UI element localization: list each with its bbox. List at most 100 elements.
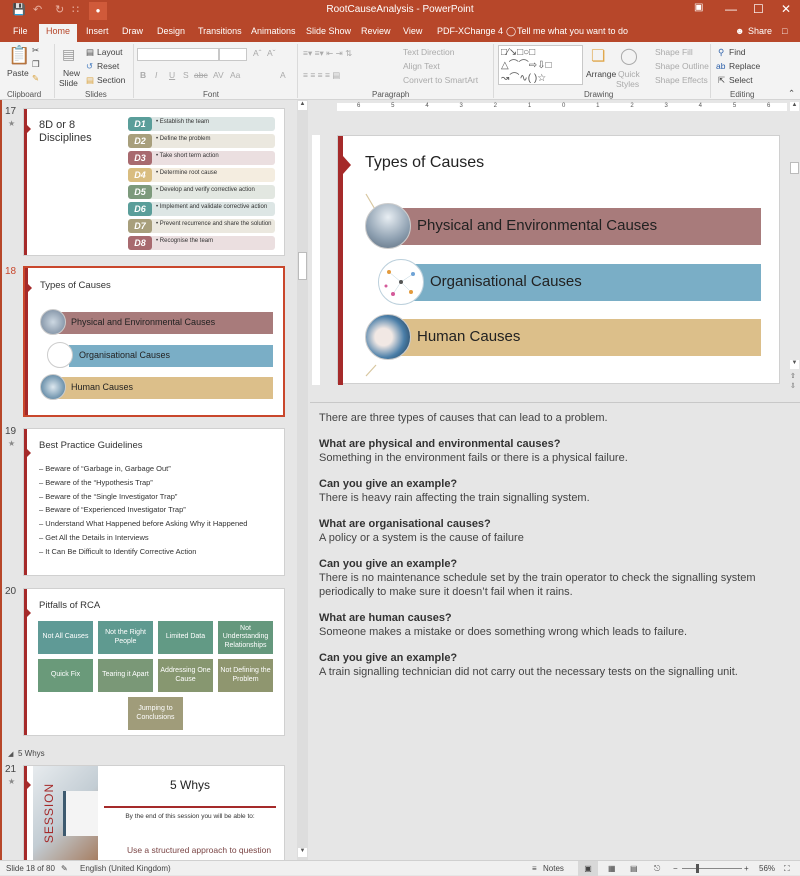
collapse-ribbon-icon[interactable]: ⌃	[788, 88, 795, 99]
italic-button[interactable]: I	[155, 70, 157, 80]
slide-sorter-icon[interactable]: ▦	[608, 864, 616, 873]
zoom-level[interactable]: 56%	[759, 864, 775, 873]
shapes-gallery[interactable]: □∕↘□○□ △⌒⌒⇨⇩□ ↝⌒∿( )☆	[498, 45, 583, 85]
reading-view-icon[interactable]: ▤	[630, 864, 638, 873]
tab-file[interactable]: File	[13, 26, 28, 36]
shape-fill-button[interactable]: Shape Fill	[655, 47, 693, 57]
slide-title[interactable]: Types of Causes	[365, 154, 484, 172]
fit-slide-icon[interactable]: ⛶	[784, 864, 790, 874]
ribbon-display-icon[interactable]: ▣	[694, 2, 703, 13]
zoom-slider-thumb[interactable]	[696, 864, 700, 873]
pitfall-tile: Not All Causes	[38, 621, 93, 654]
find-button[interactable]: Find	[729, 47, 746, 57]
tell-me-search[interactable]: Tell me what you want to do	[517, 26, 628, 36]
thumbnails-scrollbar[interactable]: ▲ ▼	[297, 100, 308, 860]
strikethrough-button[interactable]: abc	[194, 70, 208, 80]
cause-bar-human[interactable]: Human Causes	[393, 319, 761, 356]
bullets-icon[interactable]: ≡▾ ≡▾ ⇤ ⇥ ⇅	[303, 48, 352, 59]
spelling-icon[interactable]: ✎	[61, 864, 68, 873]
maximize-icon[interactable]: ☐	[753, 2, 764, 16]
shape-outline-button[interactable]: Shape Outline	[655, 61, 709, 71]
zoom-out-icon[interactable]: −	[673, 864, 678, 873]
tab-transitions[interactable]: Transitions	[198, 26, 242, 36]
minimize-icon[interactable]: —	[725, 2, 737, 16]
select-button[interactable]: Select	[729, 75, 753, 85]
increase-font-icon[interactable]: Aˆ	[253, 48, 262, 58]
notes-icon[interactable]: ≡	[532, 864, 537, 873]
ruler-tick-label: 2	[493, 103, 497, 109]
scroll-down-icon[interactable]: ▼	[790, 360, 799, 369]
shape-effects-button[interactable]: Shape Effects	[655, 75, 708, 85]
new-slide-icon[interactable]: ▤	[62, 46, 75, 63]
language-status[interactable]: English (United Kingdom)	[80, 864, 171, 873]
notes-toggle[interactable]: Notes	[543, 864, 564, 873]
copy-icon[interactable]: ❐	[32, 59, 40, 70]
speaker-notes[interactable]: There are three types of causes that can…	[310, 402, 800, 860]
share-button[interactable]: Share	[748, 26, 772, 36]
comments-icon[interactable]: □	[782, 26, 787, 36]
bold-button[interactable]: B	[140, 70, 146, 80]
tab-view[interactable]: View	[403, 26, 422, 36]
tab-slide-show[interactable]: Slide Show	[306, 26, 351, 36]
tab-review[interactable]: Review	[361, 26, 391, 36]
editor-scrollbar[interactable]: ▲ ▼ ⇧ ⇩	[789, 100, 800, 400]
arrange-button[interactable]: Arrange	[586, 69, 616, 79]
cause-bar-organisational[interactable]: Organisational Causes	[406, 264, 761, 301]
layout-button[interactable]: Layout	[97, 47, 123, 57]
new-slide-button-label2[interactable]: Slide	[59, 78, 78, 88]
shadow-button[interactable]: S	[183, 70, 189, 80]
text-direction-button[interactable]: Text Direction	[403, 47, 455, 57]
reset-button[interactable]: Reset	[97, 61, 119, 71]
paste-icon[interactable]: 📋	[8, 45, 30, 66]
tab-design[interactable]: Design	[157, 26, 185, 36]
thumbnail-slide-21[interactable]: SESSION 5 Whys By the end of this sessio…	[23, 765, 285, 860]
decrease-font-icon[interactable]: Aˇ	[267, 48, 276, 58]
font-name-input[interactable]	[137, 48, 219, 61]
change-case-button[interactable]: Aa	[230, 70, 240, 80]
thumbnail-slide-19[interactable]: Best Practice Guidelines – Beware of “Ga…	[23, 428, 285, 576]
tab-home[interactable]: Home	[39, 24, 78, 42]
new-slide-button[interactable]: New	[63, 68, 80, 78]
tab-draw[interactable]: Draw	[122, 26, 143, 36]
replace-button[interactable]: Replace	[729, 61, 760, 71]
quick-styles-button-label2[interactable]: Styles	[616, 79, 639, 89]
scroll-down-icon[interactable]: ▼	[298, 848, 307, 857]
arrange-icon[interactable]: ❏	[591, 46, 605, 66]
thumbnail-slide-17[interactable]: 8D or 8 Disciplines D1 • Establish the te…	[23, 108, 285, 256]
slideshow-view-icon[interactable]: ⎋	[654, 864, 660, 874]
pitfall-tile: Jumping to Conclusions	[128, 697, 183, 730]
paste-button[interactable]: Paste	[7, 68, 29, 78]
font-color-button[interactable]: A	[280, 70, 286, 80]
zoom-in-icon[interactable]: +	[744, 864, 749, 873]
previous-slide-icon[interactable]: ⇧	[790, 372, 796, 380]
scroll-up-icon[interactable]: ▲	[790, 102, 799, 111]
next-slide-icon[interactable]: ⇩	[790, 382, 796, 390]
tab-animations[interactable]: Animations	[251, 26, 296, 36]
current-slide[interactable]: Types of Causes Physical and Environment…	[337, 135, 780, 385]
scroll-up-icon[interactable]: ▲	[298, 101, 307, 110]
section-collapse-icon[interactable]: ◢	[8, 750, 13, 758]
close-icon[interactable]: ✕	[781, 2, 791, 16]
cause-bar-physical[interactable]: Physical and Environmental Causes	[393, 208, 761, 245]
thumbnail-slide-20[interactable]: Pitfalls of RCA Not All Causes Not the Ri…	[23, 588, 285, 736]
section-header[interactable]: 5 Whys	[18, 749, 45, 758]
underline-button[interactable]: U	[169, 70, 175, 80]
quick-styles-button[interactable]: Quick	[618, 69, 640, 79]
align-text-button[interactable]: Align Text	[403, 61, 440, 71]
convert-smartart-button[interactable]: Convert to SmartArt	[403, 75, 478, 85]
scroll-thumb[interactable]	[790, 162, 799, 174]
font-size-input[interactable]	[219, 48, 247, 61]
zoom-slider[interactable]	[682, 868, 742, 869]
share-icon[interactable]: ☻	[735, 26, 744, 36]
scroll-thumb[interactable]	[298, 252, 307, 280]
quick-styles-icon[interactable]: ◯	[620, 46, 638, 66]
section-button[interactable]: Section	[97, 75, 125, 85]
spacing-button[interactable]: AV	[213, 70, 224, 80]
tab-pdf-xchange[interactable]: PDF-XChange 4	[437, 26, 503, 36]
tab-insert[interactable]: Insert	[86, 26, 109, 36]
format-painter-icon[interactable]: ✎	[32, 73, 39, 84]
thumbnail-slide-18[interactable]: Types of Causes Physical and Environment…	[23, 266, 285, 417]
align-icons[interactable]: ≡ ≡ ≡ ≡ ▤	[303, 70, 340, 81]
cut-icon[interactable]: ✂	[32, 45, 39, 56]
normal-view-icon[interactable]: ▣	[578, 861, 598, 876]
